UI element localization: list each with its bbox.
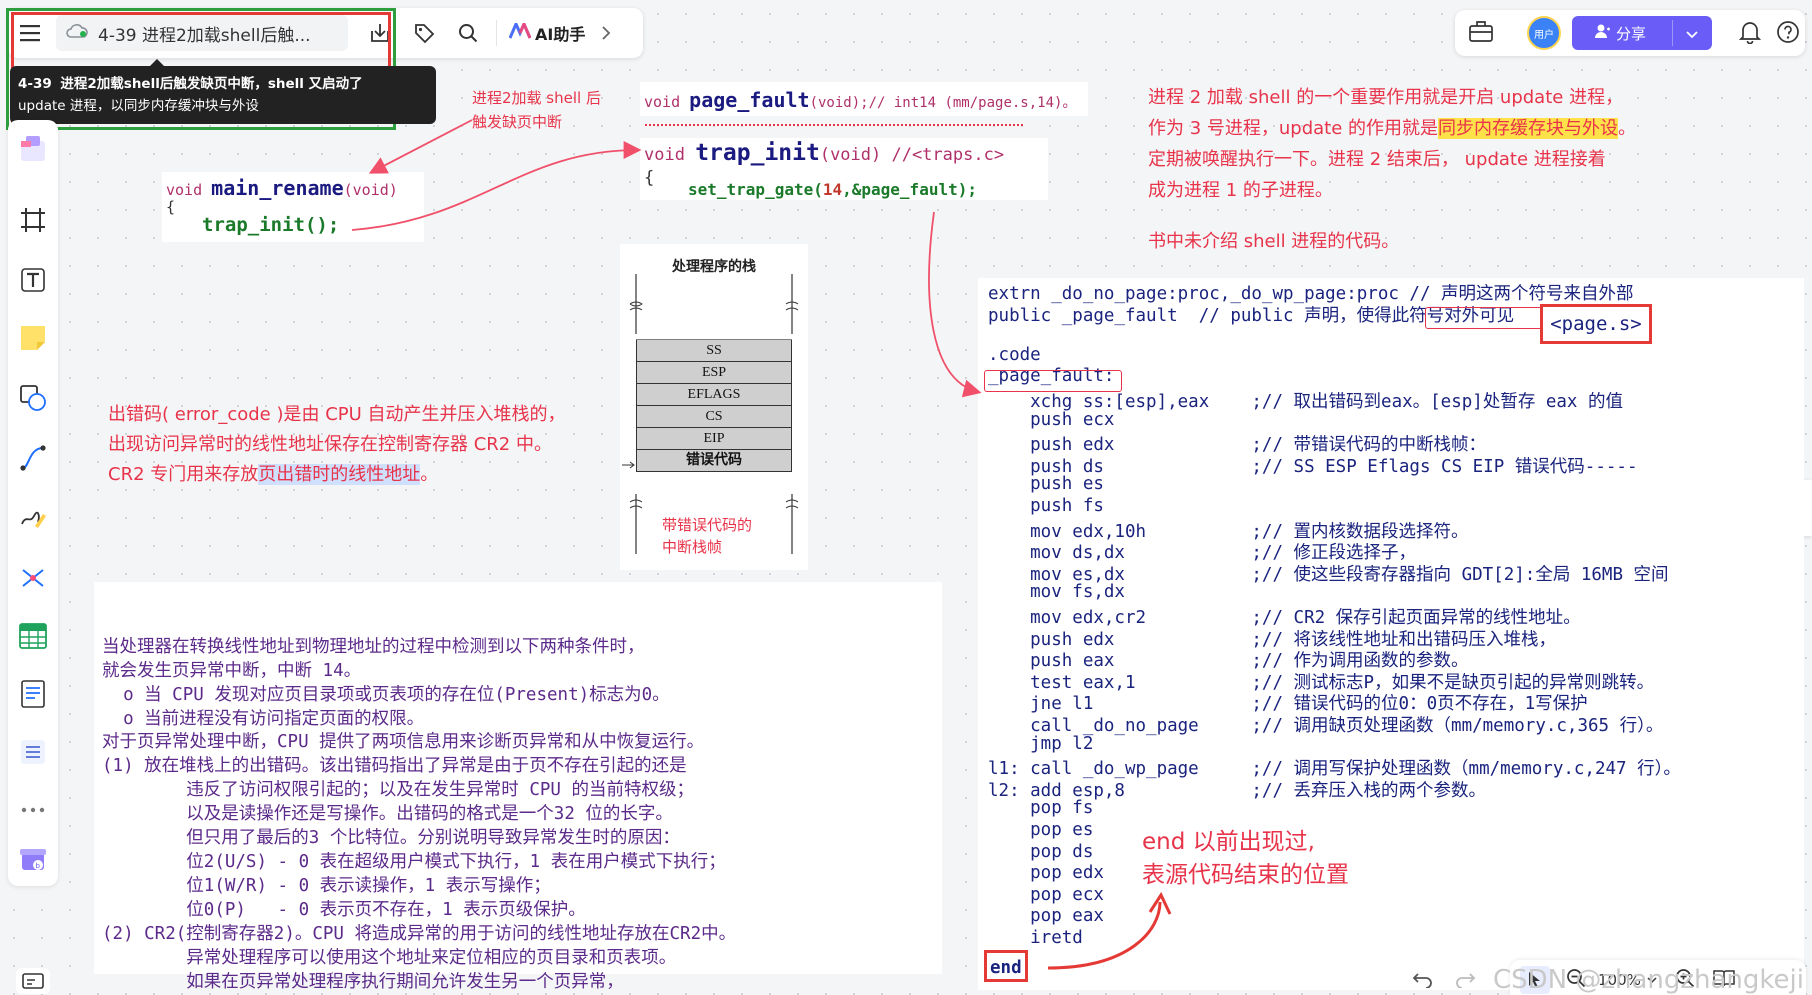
undo-icon[interactable]	[1412, 970, 1434, 995]
annotation-arrows	[351, 119, 1172, 970]
watermark: CSDN @zhangzhangkeji	[1492, 965, 1804, 995]
redo-icon[interactable]	[1454, 970, 1476, 995]
